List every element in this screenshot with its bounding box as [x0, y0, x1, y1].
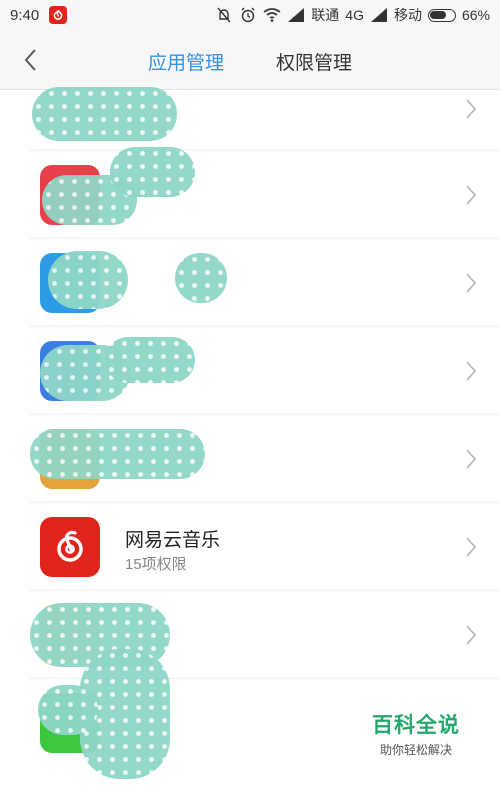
chevron-right-icon: [466, 361, 477, 381]
app-header: 应用管理 权限管理: [0, 30, 500, 90]
netease-music-icon: [49, 6, 68, 24]
battery-level: [430, 11, 446, 19]
list-item[interactable]: [30, 239, 500, 327]
watermark: 百科全说 助你轻松解决: [372, 709, 460, 758]
status-time: 9:40: [10, 6, 40, 24]
status-indicators: 联通 4G 移动 66%: [215, 5, 490, 25]
obfuscated-region: [32, 87, 177, 141]
status-bar: 9:40 联通 4G 移动 66%: [0, 0, 500, 30]
watermark-title: 百科全说: [372, 714, 460, 737]
obfuscated-region: [30, 429, 205, 479]
carrier-2: 移动: [393, 7, 422, 23]
wifi-icon: [263, 7, 281, 23]
obfuscated-region: [105, 337, 195, 383]
chevron-right-icon: [466, 99, 477, 119]
tab-app-management[interactable]: 应用管理: [148, 48, 224, 75]
signal-icon: [370, 7, 388, 23]
watermark-subtitle: 助你轻松解决: [379, 743, 452, 757]
chevron-right-icon: [466, 449, 477, 469]
app-list: 网易云音乐 15项权限: [0, 87, 500, 779]
mute-bell-icon: [215, 7, 233, 23]
list-item-netease-music[interactable]: 网易云音乐 15项权限: [30, 503, 500, 591]
back-arrow-icon: [24, 49, 36, 71]
permission-count: 15项权限: [125, 556, 187, 573]
obfuscated-region: [110, 147, 195, 197]
list-item[interactable]: [30, 87, 500, 151]
obfuscated-region: [38, 685, 98, 735]
netease-music-app-icon: [40, 517, 100, 577]
tab-permission-management[interactable]: 权限管理: [276, 48, 352, 75]
alarm-icon: [239, 7, 257, 23]
list-item[interactable]: [30, 327, 500, 415]
list-item[interactable]: [30, 415, 500, 503]
back-button[interactable]: [14, 44, 46, 76]
obfuscated-region: [175, 253, 227, 303]
list-item[interactable]: [30, 147, 500, 239]
chevron-right-icon: [466, 273, 477, 293]
chevron-right-icon: [466, 625, 477, 645]
battery-icon: [427, 8, 456, 22]
network-type: 4G: [345, 7, 364, 23]
chevron-right-icon: [466, 537, 477, 557]
carrier-1: 联通: [311, 7, 340, 23]
signal-icon: [287, 7, 305, 23]
app-name: 网易云音乐: [125, 530, 221, 551]
chevron-right-icon: [466, 185, 477, 205]
obfuscated-region: [48, 251, 128, 309]
battery-percent: 66%: [461, 7, 490, 23]
